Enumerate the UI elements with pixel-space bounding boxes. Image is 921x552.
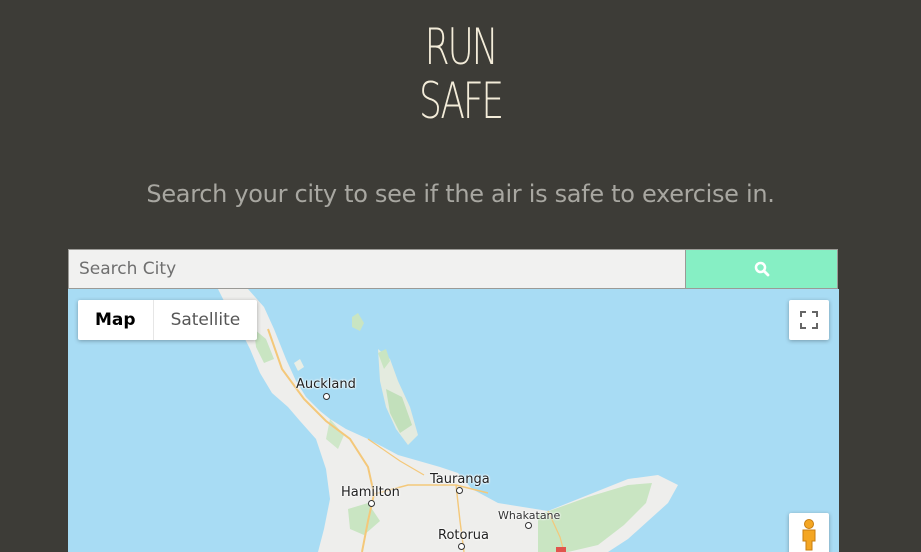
city-label-auckland: Auckland <box>296 377 356 392</box>
map-type-satellite-button[interactable]: Satellite <box>154 300 258 340</box>
app-title: RUN SAFE <box>0 20 921 128</box>
street-view-button[interactable] <box>789 513 829 552</box>
city-label-whakatane: Whakatane <box>498 509 561 522</box>
pegman-icon <box>802 519 816 551</box>
search-bar <box>68 249 838 289</box>
map[interactable]: Map Satellite Auckland Tauranga Hamilton… <box>68 289 839 552</box>
city-label-rotorua: Rotorua <box>438 528 490 543</box>
fullscreen-icon <box>800 311 818 329</box>
city-marker-auckland <box>323 393 330 400</box>
city-marker-rotorua <box>458 543 465 550</box>
city-label-hamilton: Hamilton <box>341 485 400 500</box>
city-marker-hamilton <box>368 500 375 507</box>
search-button[interactable] <box>685 249 838 289</box>
fullscreen-button[interactable] <box>789 300 829 340</box>
title-line-2: SAFE <box>419 72 504 130</box>
city-marker-tauranga <box>456 487 463 494</box>
title-line-1: RUN <box>424 18 499 76</box>
search-input[interactable] <box>68 249 685 289</box>
map-type-map-button[interactable]: Map <box>78 300 154 340</box>
search-icon <box>754 261 769 277</box>
city-label-tauranga: Tauranga <box>430 472 490 487</box>
city-marker-whakatane <box>525 522 532 529</box>
map-type-control: Map Satellite <box>78 300 258 340</box>
subtitle: Search your city to see if the air is sa… <box>146 180 775 208</box>
